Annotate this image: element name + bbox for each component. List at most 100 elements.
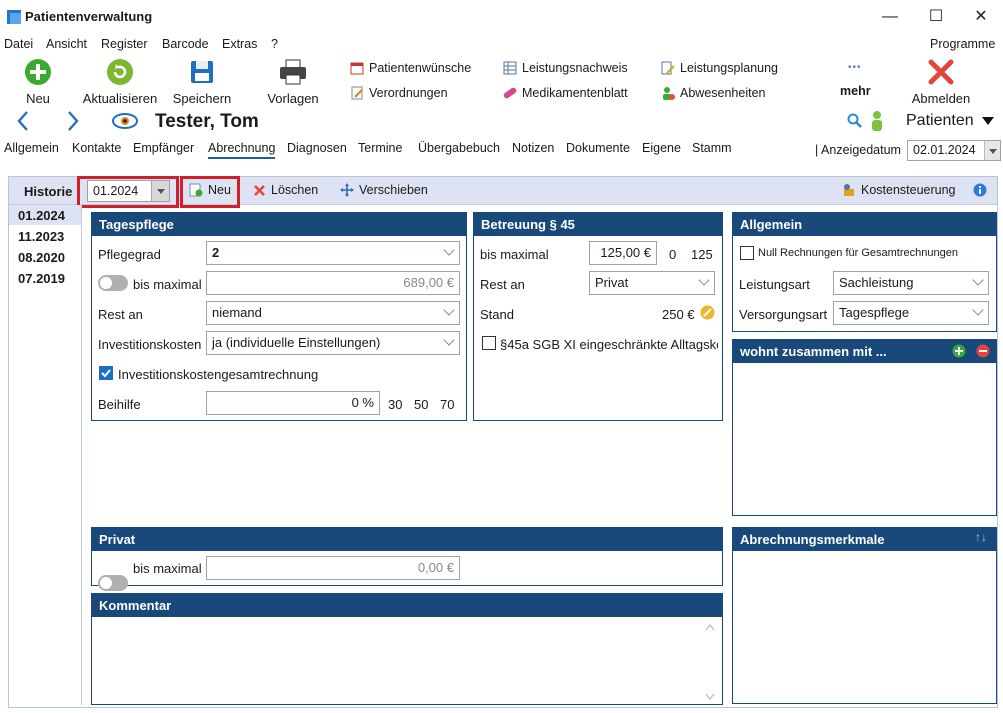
back-arrow-icon[interactable] bbox=[15, 110, 31, 135]
tab-termine[interactable]: Termine bbox=[358, 141, 402, 155]
tab-uebergabebuch[interactable]: Übergabebuch bbox=[418, 141, 500, 155]
medikamentenblatt-button[interactable]: Medikamentenblatt bbox=[503, 86, 628, 100]
betreuung-rest-an-select[interactable]: Privat bbox=[589, 271, 715, 295]
tab-abrechnung[interactable]: Abrechnung bbox=[208, 141, 276, 159]
historie-item[interactable]: 01.2024 bbox=[18, 208, 65, 223]
person-icon[interactable] bbox=[869, 110, 885, 135]
neu-label: Neu bbox=[26, 91, 50, 106]
privat-title: Privat bbox=[92, 528, 722, 551]
betreuung-quick-0[interactable]: 0 bbox=[669, 247, 676, 262]
chevron-down-icon bbox=[443, 304, 455, 316]
anzeigedatum-field[interactable]: 02.01.2024 bbox=[907, 140, 1001, 161]
historie-item[interactable]: 08.2020 bbox=[18, 250, 65, 265]
null-rechnungen-checkbox[interactable] bbox=[740, 246, 754, 260]
betreuung-quick-125[interactable]: 125 bbox=[691, 247, 713, 262]
mehr-button[interactable]: mehr bbox=[840, 84, 871, 98]
remove-circle-icon[interactable] bbox=[976, 344, 990, 361]
loeschen-button[interactable]: Löschen bbox=[253, 183, 318, 197]
investitionskostengesamtrechnung-label: Investitionskostengesamtrechnung bbox=[118, 367, 319, 382]
eye-icon[interactable] bbox=[112, 112, 138, 133]
tab-diagnosen[interactable]: Diagnosen bbox=[287, 141, 347, 155]
privat-bis-maximal-input[interactable]: 0,00 € bbox=[206, 556, 460, 580]
leistungsplanung-button[interactable]: Leistungsplanung bbox=[661, 61, 778, 75]
tab-dokumente[interactable]: Dokumente bbox=[566, 141, 630, 155]
bis-maximal-label: bis maximal bbox=[133, 277, 202, 292]
neu-button[interactable]: Neu bbox=[10, 58, 66, 106]
rest-an-select[interactable]: niemand bbox=[206, 301, 460, 325]
kommentar-textarea[interactable] bbox=[93, 617, 721, 703]
historie-neu-label: Neu bbox=[208, 183, 231, 197]
save-icon bbox=[191, 61, 213, 83]
stand-value: 250 € bbox=[662, 307, 695, 322]
abwesenheiten-label: Abwesenheiten bbox=[680, 86, 766, 100]
aktualisieren-button[interactable]: Aktualisieren bbox=[80, 58, 160, 106]
verschieben-button[interactable]: Verschieben bbox=[340, 183, 428, 197]
add-circle-icon[interactable] bbox=[952, 344, 966, 361]
privat-bis-maximal-toggle[interactable] bbox=[98, 575, 128, 591]
pflegegrad-select[interactable]: 2 bbox=[206, 241, 460, 265]
abmelden-button[interactable]: Abmelden bbox=[906, 58, 976, 106]
menu-extras[interactable]: Extras bbox=[222, 37, 257, 51]
minimize-button[interactable]: — bbox=[867, 2, 913, 32]
menu-register[interactable]: Register bbox=[101, 37, 148, 51]
beihilfe-quick-30[interactable]: 30 bbox=[388, 397, 402, 412]
tab-eigene[interactable]: Eigene bbox=[642, 141, 681, 155]
tab-stamm[interactable]: Stamm bbox=[692, 141, 732, 155]
patienten-label: Patienten bbox=[906, 112, 974, 129]
aktualisieren-label: Aktualisieren bbox=[82, 91, 158, 106]
kommentar-title: Kommentar bbox=[92, 594, 722, 617]
user-icon bbox=[663, 87, 675, 100]
menu-barcode[interactable]: Barcode bbox=[162, 37, 209, 51]
window-title: Patientenverwaltung bbox=[25, 9, 153, 24]
tab-allgemein[interactable]: Allgemein bbox=[4, 141, 59, 155]
historie-item[interactable]: 07.2019 bbox=[18, 271, 65, 286]
calendar-icon bbox=[350, 62, 364, 75]
tab-empfaenger[interactable]: Empfänger bbox=[133, 141, 194, 155]
search-icon[interactable] bbox=[847, 113, 863, 132]
vorlagen-button[interactable]: Vorlagen bbox=[262, 58, 324, 106]
leistungsart-select[interactable]: Sachleistung bbox=[833, 271, 989, 295]
scroll-down-icon[interactable] bbox=[705, 689, 715, 700]
menu-datei[interactable]: Datei bbox=[4, 37, 33, 51]
patientenwuensche-button[interactable]: Patientenwünsche bbox=[350, 61, 471, 75]
menu-programme[interactable]: Programme bbox=[930, 37, 995, 51]
beihilfe-input[interactable]: 0 % bbox=[206, 391, 380, 415]
forward-arrow-icon[interactable] bbox=[65, 110, 81, 135]
versorgungsart-select[interactable]: Tagespflege bbox=[833, 301, 989, 325]
kostensteuerung-label: Kostensteuerung bbox=[861, 183, 956, 197]
beihilfe-quick-70[interactable]: 70 bbox=[440, 397, 454, 412]
scroll-up-icon[interactable] bbox=[705, 619, 715, 631]
betreuung-bis-maximal-input[interactable]: 125,00 € bbox=[589, 241, 657, 265]
beihilfe-quick-50[interactable]: 50 bbox=[414, 397, 428, 412]
historie-select[interactable]: 01.2024 bbox=[87, 180, 170, 202]
abwesenheiten-button[interactable]: Abwesenheiten bbox=[661, 86, 765, 100]
chevron-down-icon bbox=[443, 334, 455, 346]
maximize-button[interactable]: ☐ bbox=[913, 2, 959, 32]
pencil-icon[interactable] bbox=[700, 305, 715, 323]
more-dots-icon[interactable]: ••• bbox=[848, 62, 862, 73]
menu-help[interactable]: ? bbox=[271, 37, 278, 51]
tab-kontakte[interactable]: Kontakte bbox=[72, 141, 121, 155]
refresh-icon bbox=[107, 59, 133, 85]
sort-icon[interactable]: ↑↓ bbox=[975, 530, 987, 544]
info-icon[interactable] bbox=[973, 183, 987, 200]
patienten-selector[interactable]: Patienten bbox=[906, 112, 995, 130]
historie-item[interactable]: 11.2023 bbox=[18, 229, 64, 244]
printer-icon bbox=[280, 59, 306, 85]
menu-ansicht[interactable]: Ansicht bbox=[46, 37, 87, 51]
bis-maximal-input[interactable]: 689,00 € bbox=[206, 271, 460, 295]
chevron-down-icon bbox=[972, 274, 984, 286]
investitionskostengesamtrechnung-checkbox[interactable] bbox=[99, 366, 113, 380]
bis-maximal-toggle[interactable] bbox=[98, 275, 128, 291]
tagespflege-title: Tagespflege bbox=[92, 213, 466, 236]
kostensteuerung-button[interactable]: Kostensteuerung bbox=[842, 183, 956, 197]
tab-notizen[interactable]: Notizen bbox=[512, 141, 554, 155]
speichern-button[interactable]: Speichern bbox=[170, 58, 234, 106]
coins-icon bbox=[844, 184, 854, 196]
close-button[interactable]: ✕ bbox=[958, 2, 1003, 32]
verordnungen-button[interactable]: Verordnungen bbox=[350, 86, 448, 100]
paragraph45a-checkbox[interactable] bbox=[482, 336, 496, 350]
leistungsnachweis-button[interactable]: Leistungsnachweis bbox=[503, 61, 628, 75]
historie-neu-button[interactable]: Neu bbox=[189, 183, 231, 197]
investitionskosten-select[interactable]: ja (individuelle Einstellungen) bbox=[206, 331, 460, 355]
